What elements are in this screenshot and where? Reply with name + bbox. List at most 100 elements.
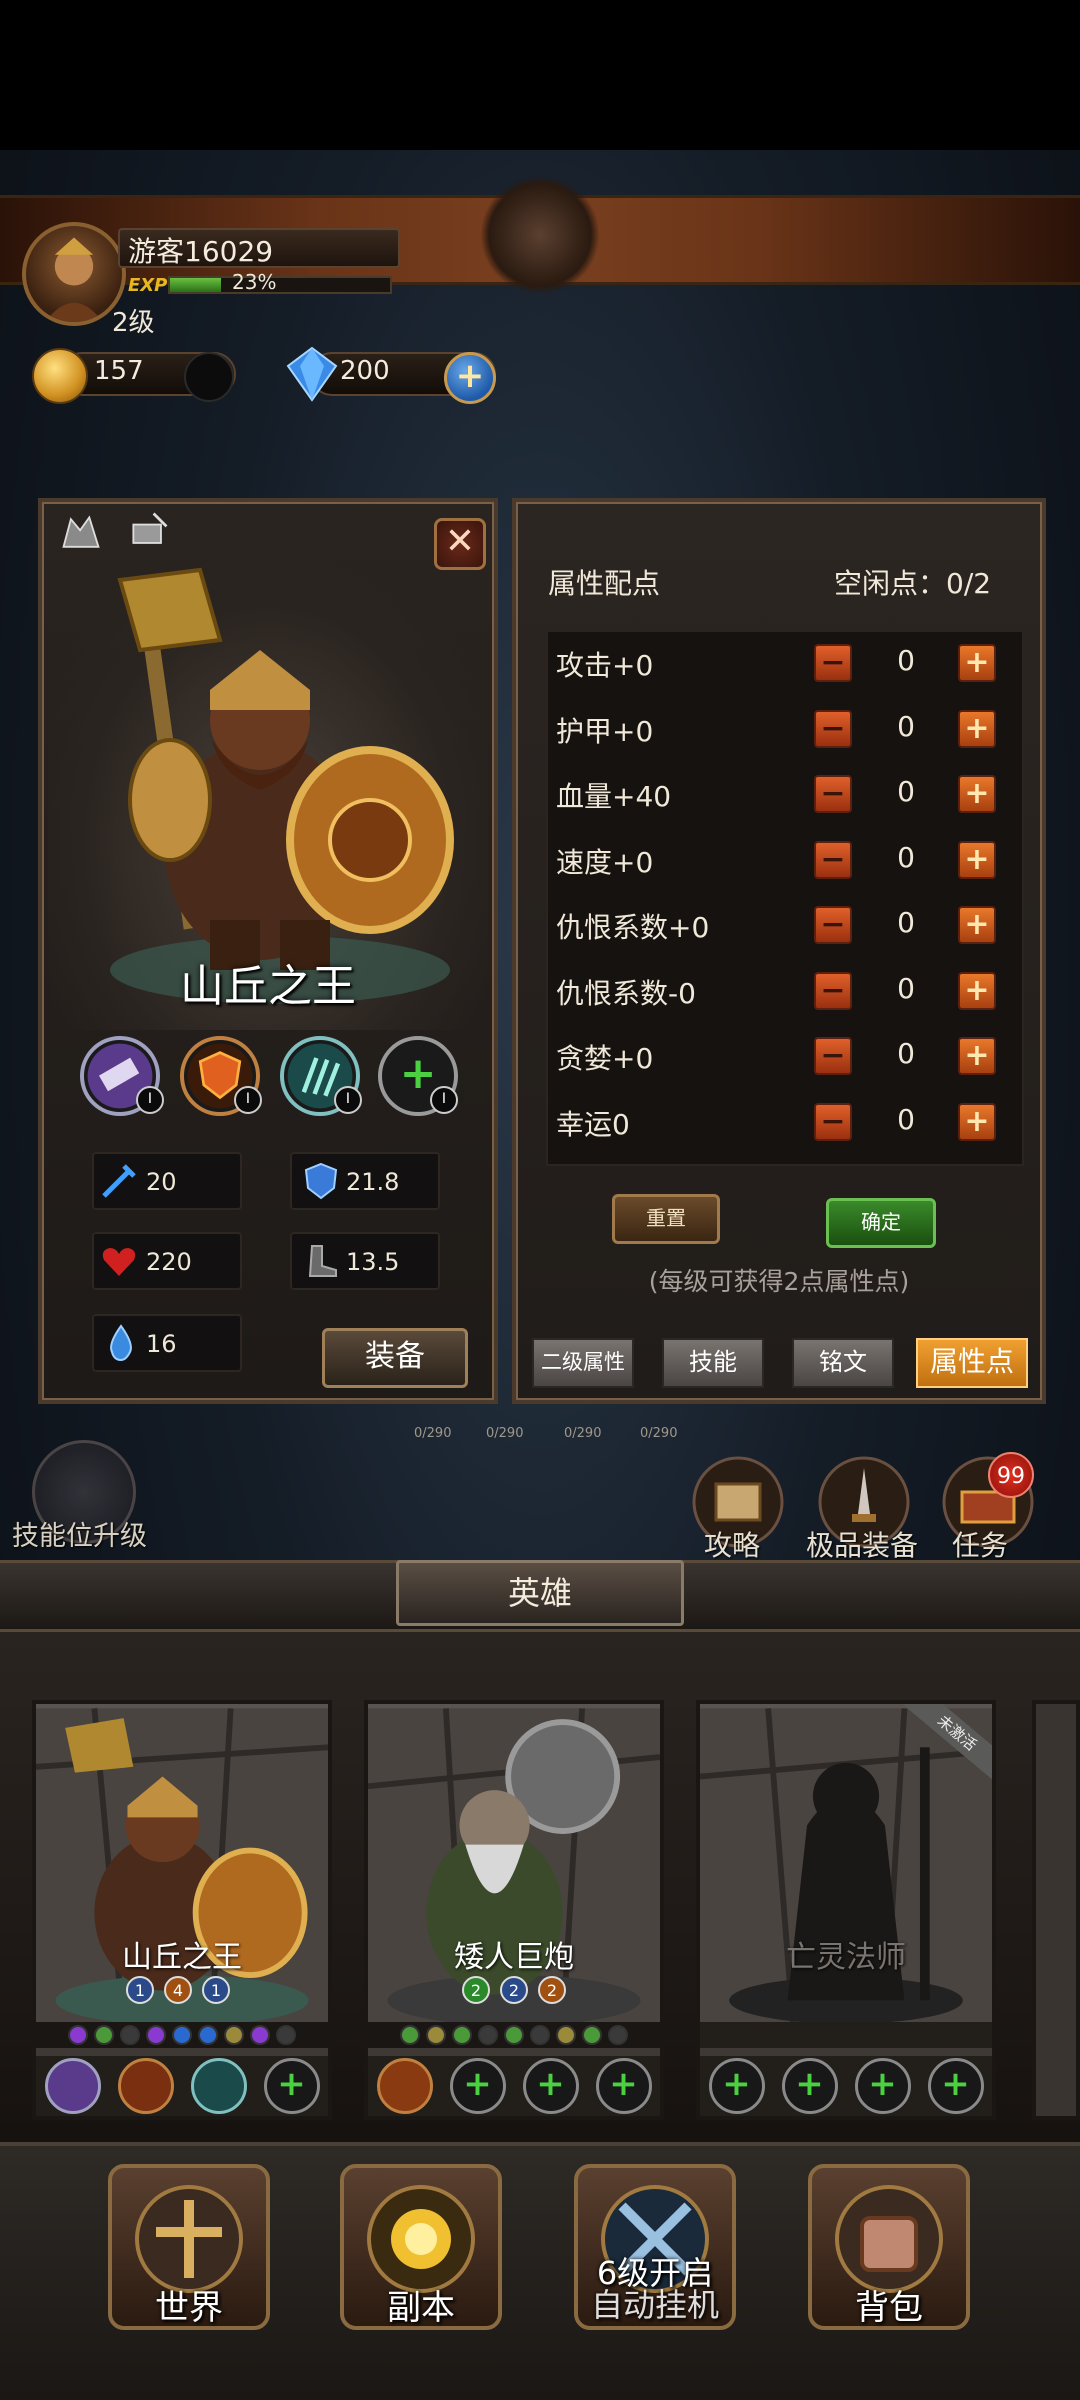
attribute-row: 护甲+0 − 0 + — [556, 698, 1016, 760]
shield-icon — [304, 1162, 338, 1200]
card-skill-row: + + + — [368, 2056, 660, 2116]
skill-level-badge: I — [334, 1086, 362, 1114]
rank-badge: 2 — [538, 1976, 566, 2004]
decrease-button[interactable]: − — [814, 906, 852, 944]
hero-card-mountain-king[interactable]: 山丘之王 1 4 1 + — [32, 1700, 332, 2120]
hammer-skill-icon[interactable] — [44, 2058, 101, 2114]
gem-slot — [94, 2025, 114, 2045]
add-skill-icon[interactable]: + — [708, 2058, 765, 2114]
card-skill-row: + + + + — [700, 2056, 992, 2116]
mana-value: 16 — [146, 1330, 177, 1358]
free-points: 空闲点：0/2 — [834, 567, 992, 600]
gem-slot — [452, 2025, 472, 2045]
top-gear-label[interactable]: 极品装备 — [806, 1524, 918, 1564]
increase-button[interactable]: + — [958, 906, 996, 944]
decrease-button[interactable]: − — [814, 840, 852, 879]
attribute-label: 贪婪+0 — [556, 1042, 654, 1075]
decrease-button[interactable]: − — [814, 709, 852, 748]
heart-icon — [102, 1248, 136, 1276]
guide-label[interactable]: 攻略 — [704, 1524, 760, 1564]
add-skill-icon[interactable]: + — [449, 2058, 506, 2114]
equip-button[interactable]: 装备 — [322, 1328, 468, 1388]
scroll-quill-icon[interactable] — [124, 506, 174, 556]
attribute-value: 0 — [897, 709, 915, 743]
avatar-portrait-icon — [45, 237, 103, 322]
hero-card-necromancer[interactable]: 未激活 亡灵法师 + + + + — [696, 1700, 996, 2120]
nav-world-label: 世界 — [155, 2288, 223, 2328]
tab-skills[interactable]: 技能 — [662, 1338, 764, 1388]
gem-slot — [582, 2025, 602, 2045]
tab-inscriptions[interactable]: 铭文 — [792, 1338, 894, 1388]
decrease-button[interactable]: − — [814, 775, 852, 813]
gem-slot — [224, 2025, 244, 2045]
wolf-crest-icon[interactable] — [56, 508, 106, 558]
gem-slots — [36, 2022, 328, 2048]
confirm-button[interactable]: 确定 — [826, 1198, 936, 1248]
decrease-button[interactable]: − — [814, 1102, 852, 1141]
gem-slot — [198, 2025, 218, 2045]
skill-slot-upgrade-label[interactable]: 技能位升级 — [12, 1514, 147, 1553]
hero-card-dwarf-cannon[interactable]: 矮人巨炮 2 2 2 + + + — [364, 1700, 664, 2120]
increase-button[interactable]: + — [958, 840, 996, 879]
cross-emblem-icon — [135, 2185, 243, 2293]
attribute-value: 0 — [897, 1037, 915, 1070]
quests-label[interactable]: 任务 — [952, 1524, 1008, 1564]
attribute-label: 护甲+0 — [556, 714, 654, 748]
increase-button[interactable]: + — [958, 644, 996, 682]
attribute-value: 0 — [897, 644, 915, 677]
attribute-value: 0 — [897, 775, 915, 808]
nav-dungeon-label: 副本 — [387, 2288, 455, 2328]
rank-badge: 1 — [126, 1976, 154, 2004]
claw-skill-icon[interactable] — [190, 2058, 247, 2114]
gem-slots — [368, 2022, 660, 2048]
increase-button[interactable]: + — [958, 709, 996, 748]
gem-slot — [250, 2025, 270, 2045]
decrease-button[interactable]: − — [814, 1037, 852, 1075]
player-avatar[interactable] — [22, 222, 126, 326]
attribute-row: 速度+0 − 0 + — [556, 829, 1016, 891]
gold-add-button[interactable] — [184, 352, 234, 402]
cannon-shot-skill-icon[interactable] — [376, 2058, 433, 2114]
reset-button[interactable]: 重置 — [612, 1194, 720, 1244]
add-skill-icon[interactable]: + — [781, 2058, 838, 2114]
attribute-row: 仇恨系数+0 − 0 + — [556, 894, 1016, 956]
boot-icon — [308, 1245, 337, 1277]
attribute-hint: (每级可获得2点属性点) — [648, 1267, 910, 1296]
sun-portal-icon — [367, 2185, 475, 2293]
add-skill-icon[interactable]: + — [522, 2058, 579, 2114]
diamond-add-button[interactable]: + — [444, 352, 496, 404]
tab-attribute-points[interactable]: 属性点 — [916, 1338, 1028, 1388]
decrease-button[interactable]: − — [814, 644, 852, 682]
gem-slot — [478, 2025, 498, 2045]
decrease-button[interactable]: − — [814, 971, 852, 1010]
attribute-row: 贪婪+0 − 0 + — [556, 1025, 1016, 1087]
player-level: 2级 — [112, 308, 155, 338]
gem-slot — [556, 2025, 576, 2045]
attribute-value: 0 — [897, 906, 915, 939]
increase-button[interactable]: + — [958, 1102, 996, 1141]
increase-button[interactable]: + — [958, 1037, 996, 1075]
attack-value: 20 — [146, 1168, 177, 1196]
gem-slot — [172, 2025, 192, 2045]
attribute-value: 0 — [897, 840, 915, 874]
attribute-label: 仇恨系数-0 — [556, 976, 696, 1010]
gem-slot — [276, 2025, 296, 2045]
add-skill-icon[interactable]: + — [927, 2058, 984, 2114]
increase-button[interactable]: + — [958, 971, 996, 1010]
exp-label: EXP — [128, 275, 168, 296]
add-skill-icon[interactable]: + — [595, 2058, 652, 2114]
tab-secondary-attributes[interactable]: 二级属性 — [532, 1338, 634, 1388]
gem-slot — [68, 2025, 88, 2045]
attribute-label: 幸运0 — [556, 1107, 630, 1141]
fire-shield-skill-icon[interactable] — [117, 2058, 174, 2114]
increase-button[interactable]: + — [958, 775, 996, 813]
add-skill-icon[interactable]: + — [263, 2058, 320, 2114]
hero-card-next-partial[interactable] — [1032, 1700, 1080, 2120]
roster-title: 英雄 — [507, 1574, 572, 1612]
rank-badge: 1 — [202, 1976, 230, 2004]
attribute-panel-title: 属性配点 — [548, 567, 661, 600]
gem-slot — [120, 2025, 140, 2045]
add-skill-icon[interactable]: + — [854, 2058, 911, 2114]
gem-slots — [700, 2022, 992, 2048]
attribute-label: 仇恨系数+0 — [556, 911, 710, 944]
